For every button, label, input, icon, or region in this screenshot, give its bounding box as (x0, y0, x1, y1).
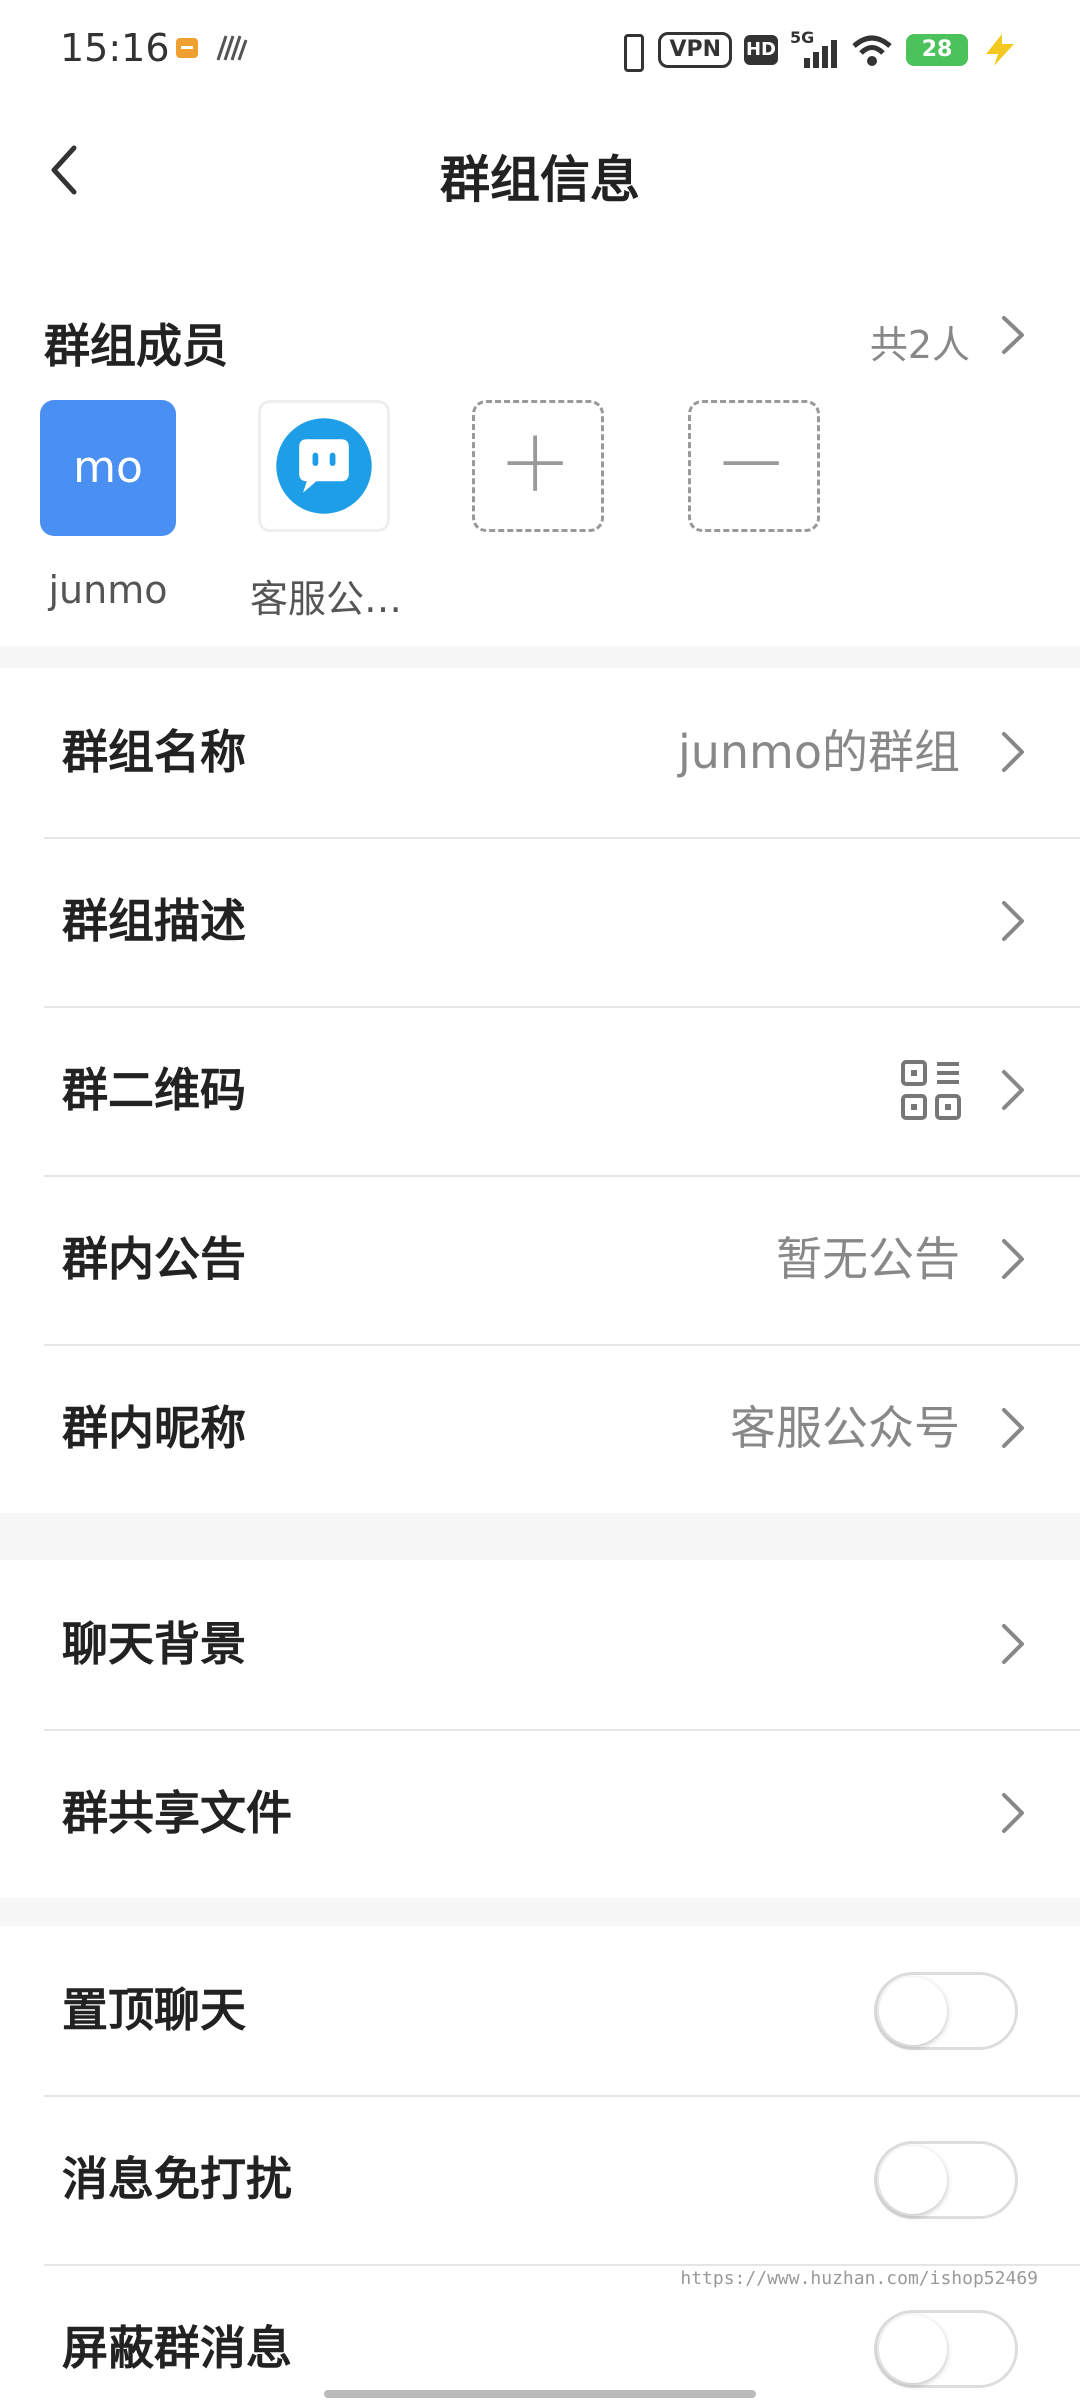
block-messages-toggle[interactable] (874, 2310, 1018, 2388)
row-shared-files[interactable]: 群共享文件 (0, 1729, 1080, 1898)
chat-bubble-icon (276, 418, 372, 514)
member-name: 客服公… (249, 577, 402, 621)
row-label: 群内公告 (62, 1232, 246, 1286)
home-indicator[interactable] (324, 2390, 756, 2398)
chevron-right-icon (1002, 1070, 1024, 1110)
row-label: 群组名称 (62, 725, 246, 779)
avatar (258, 400, 390, 532)
row-group-announcement[interactable]: 群内公告 暂无公告 (0, 1175, 1080, 1344)
row-label: 群共享文件 (62, 1786, 292, 1840)
members-section: 群组成员 共2人 mo junmo 客服公… (0, 270, 1080, 640)
row-value: junmo的群组 (677, 725, 960, 779)
remove-member-button[interactable] (688, 400, 824, 532)
section-divider (0, 1513, 1080, 1560)
toggle-knob (879, 1977, 947, 2045)
nav-bar: 群组信息 (0, 100, 1080, 250)
group-info-list: 群组名称 junmo的群组 群组描述 群二维码 群内公告 暂无公告 群内昵称 客… (0, 668, 1080, 1513)
chevron-right-icon (1002, 1239, 1024, 1279)
battery-icon: 28 (906, 34, 968, 66)
vibrate-icon (616, 32, 646, 72)
row-value: 暂无公告 (776, 1232, 960, 1286)
wifi-icon (852, 35, 892, 66)
row-group-description[interactable]: 群组描述 (0, 837, 1080, 1006)
chevron-right-icon (1002, 1624, 1024, 1664)
avatar: mo (40, 400, 176, 536)
chevron-right-icon (1002, 1793, 1024, 1833)
row-label: 群二维码 (62, 1063, 246, 1117)
members-count[interactable]: 共2人 (870, 314, 970, 369)
member-name: junmo (48, 568, 168, 612)
member-item[interactable]: 客服公… (250, 400, 402, 621)
row-group-qrcode[interactable]: 群二维码 (0, 1006, 1080, 1175)
watermark: https://www.huzhan.com/ishop52469 (680, 2268, 1038, 2289)
row-label: 聊天背景 (62, 1617, 246, 1671)
remove-box (688, 400, 820, 532)
notification-settings-list: 置顶聊天 消息免打扰 屏蔽群消息 (0, 1926, 1080, 2404)
status-icons: VPN HD 5G 28 (616, 28, 1020, 72)
row-label: 群内昵称 (62, 1401, 246, 1455)
page-title: 群组信息 (440, 151, 640, 209)
members-title: 群组成员 (44, 319, 228, 373)
toggle-knob (879, 2146, 947, 2214)
section-divider (0, 1898, 1080, 1926)
chevron-right-icon (1002, 1408, 1024, 1448)
do-not-disturb-toggle[interactable] (874, 2141, 1018, 2219)
add-member-button[interactable] (472, 400, 608, 532)
row-group-nickname[interactable]: 群内昵称 客服公众号 (0, 1344, 1080, 1513)
chevron-right-icon (1002, 732, 1024, 772)
minus-icon (723, 461, 779, 466)
hd-badge: HD (744, 35, 778, 65)
add-box (472, 400, 604, 532)
qr-code-icon (901, 1060, 961, 1120)
row-do-not-disturb: 消息免打扰 (0, 2095, 1080, 2264)
chevron-right-icon[interactable] (998, 312, 1028, 358)
cellular-signal-icon: 5G (790, 28, 838, 70)
row-label: 置顶聊天 (62, 1983, 246, 2037)
row-label: 消息免打扰 (62, 2152, 292, 2206)
toggle-knob (879, 2315, 947, 2383)
page: 15:16 VPN HD 5G 28 群组信息 群组成员 共2人 mo junm… (0, 0, 1080, 2404)
app-notification-icon (216, 35, 248, 61)
network-type: 5G (790, 28, 815, 47)
notification-message-icon (176, 38, 198, 58)
chevron-right-icon (1002, 901, 1024, 941)
row-pin-chat: 置顶聊天 (0, 1926, 1080, 2095)
row-value: 客服公众号 (730, 1401, 960, 1455)
plus-icon (507, 435, 563, 491)
row-group-name[interactable]: 群组名称 junmo的群组 (0, 668, 1080, 837)
vpn-badge: VPN (658, 32, 732, 68)
status-time: 15:16 (60, 26, 170, 70)
row-chat-background[interactable]: 聊天背景 (0, 1560, 1080, 1729)
charging-bolt-icon (986, 34, 1014, 66)
member-item[interactable]: mo junmo (40, 400, 176, 612)
row-label: 群组描述 (62, 894, 246, 948)
section-divider (0, 646, 1080, 668)
row-label: 屏蔽群消息 (62, 2321, 292, 2375)
chat-settings-list: 聊天背景 群共享文件 (0, 1560, 1080, 1898)
pin-chat-toggle[interactable] (874, 1972, 1018, 2050)
status-bar: 15:16 VPN HD 5G 28 (0, 0, 1080, 100)
